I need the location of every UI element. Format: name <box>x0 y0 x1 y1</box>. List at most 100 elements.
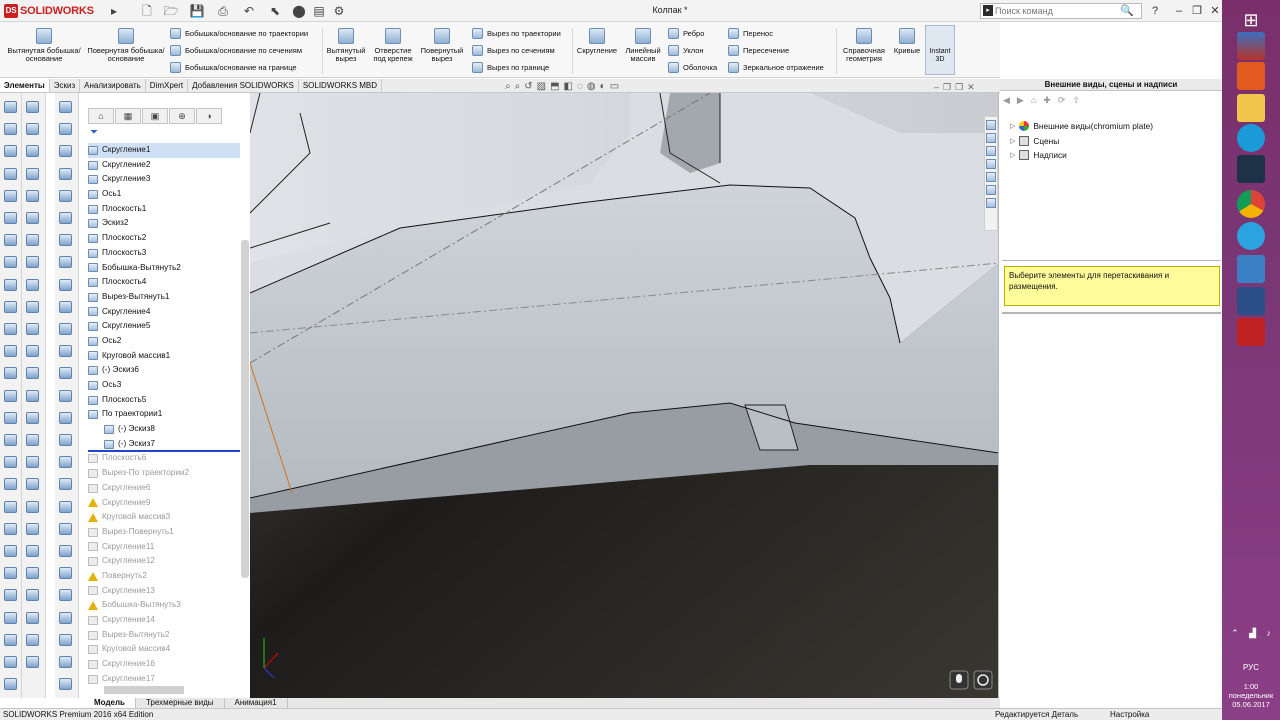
tab-mbd[interactable]: SOLIDWORKS MBD <box>299 79 383 92</box>
tool-icon[interactable] <box>4 611 17 624</box>
tool-icon[interactable] <box>26 456 39 469</box>
tool-icon[interactable] <box>4 256 17 269</box>
filter-icon[interactable]: ⏷ <box>90 127 98 138</box>
tool-icon[interactable] <box>26 545 39 557</box>
tool-icon[interactable] <box>26 234 39 247</box>
tool-icon[interactable] <box>4 367 17 380</box>
resources-tab-icon[interactable] <box>986 120 996 130</box>
tool-icon[interactable] <box>26 567 39 580</box>
tool-icon[interactable] <box>59 278 72 291</box>
tree-item[interactable]: Вырез-Вытянуть1 <box>88 290 240 305</box>
tree-item[interactable]: Бобышка-Вытянуть3 <box>88 598 240 613</box>
tree-item[interactable]: Плоскость4 <box>88 275 240 290</box>
instant3d-button[interactable]: Instant 3D <box>925 25 955 75</box>
tool-icon[interactable] <box>4 389 17 402</box>
display-manager-tab-icon[interactable]: ◑ <box>196 108 222 124</box>
section-view-icon[interactable]: ▧ <box>537 81 546 97</box>
chrome-icon[interactable] <box>1237 190 1265 218</box>
tool-icon[interactable] <box>59 123 72 136</box>
tree-item[interactable]: Скругление9 <box>88 496 240 511</box>
decals-node[interactable]: ▷ Надписи <box>1010 150 1067 160</box>
custom-properties-tab-icon[interactable] <box>986 185 996 195</box>
tool-icon[interactable] <box>4 678 17 691</box>
tree-item[interactable]: Скругление17 <box>88 672 240 687</box>
tool-icon[interactable] <box>59 323 72 335</box>
tree-item[interactable]: Плоскость3 <box>88 246 240 261</box>
fillet-button[interactable]: Скругление <box>574 25 620 55</box>
tool-icon[interactable] <box>26 345 39 358</box>
apply-scene-icon[interactable]: ◐ <box>600 81 606 97</box>
display-app-icon[interactable] <box>1237 287 1265 315</box>
menu-arrow-icon[interactable]: ▸ <box>105 3 123 19</box>
tab-evaluate[interactable]: Анализировать <box>80 79 146 92</box>
tool-icon[interactable] <box>4 656 17 668</box>
linear-pattern-button[interactable]: Линейный массив <box>622 25 664 63</box>
refresh-icon[interactable]: ⟳ <box>1058 95 1066 107</box>
tool-icon[interactable] <box>26 323 39 335</box>
tree-item[interactable]: Скругление3 <box>88 172 240 187</box>
tool-icon[interactable] <box>4 345 17 358</box>
tool-icon[interactable] <box>4 567 17 580</box>
tool-icon[interactable] <box>26 278 39 291</box>
tree-item[interactable]: Эскиз2 <box>88 216 240 231</box>
voice-button[interactable] <box>949 670 969 690</box>
tool-icon[interactable] <box>59 611 72 624</box>
swept-boss-button[interactable]: Бобышка/основание по траектории <box>170 26 308 40</box>
expand-arrow-icon[interactable]: ▷ <box>1010 151 1015 159</box>
add-location-icon[interactable]: ✚ <box>1043 95 1051 107</box>
tool-icon[interactable] <box>59 633 72 646</box>
tree-item[interactable]: Скругление16 <box>88 657 240 672</box>
mirror-button[interactable]: Зеркальное отражение <box>728 60 824 74</box>
tool-icon[interactable] <box>26 189 39 202</box>
tool-icon[interactable] <box>26 123 39 136</box>
tool-icon[interactable] <box>4 411 17 424</box>
appearances-tab-icon[interactable] <box>986 172 996 182</box>
boundary-cut-button[interactable]: Вырез по границе <box>472 60 549 74</box>
tool-icon[interactable] <box>4 478 17 491</box>
tool-icon[interactable] <box>59 300 72 313</box>
tree-item[interactable]: (-) Эскиз6 <box>88 363 240 378</box>
file-props-icon[interactable]: ▤ <box>310 3 328 19</box>
tree-item[interactable]: Бобышка-Вытянуть2 <box>88 261 240 276</box>
tree-horizontal-scrollbar[interactable] <box>104 686 184 694</box>
tool-icon[interactable] <box>4 545 17 557</box>
tool-icon[interactable] <box>59 478 72 491</box>
tree-item[interactable]: Плоскость5 <box>88 393 240 408</box>
tool-icon[interactable] <box>59 678 72 691</box>
zoom-to-fit-icon[interactable]: ⌕ <box>505 81 511 97</box>
tree-item[interactable]: Круговой массив4 <box>88 642 240 657</box>
tool-icon[interactable] <box>4 167 17 180</box>
appearances-node[interactable]: ▷ Внешние виды(chromium plate) <box>1010 121 1153 131</box>
language-indicator[interactable]: РУС <box>1222 663 1280 672</box>
tool-icon[interactable] <box>4 234 17 247</box>
print-icon[interactable]: ⎙ <box>214 3 232 19</box>
tool-icon[interactable] <box>26 611 39 624</box>
mi-app-icon[interactable] <box>1237 62 1265 90</box>
tool-icon[interactable] <box>26 522 39 535</box>
tree-item[interactable]: Ось2 <box>88 334 240 349</box>
tree-item[interactable]: Круговой массив3 <box>88 510 240 525</box>
revolved-boss-button[interactable]: Повернутая бобышка/основание <box>86 25 166 63</box>
scenes-node[interactable]: ▷ Сцены <box>1010 136 1059 146</box>
units-settings[interactable]: Настройка <box>1110 709 1149 721</box>
start-windows-icon[interactable]: ⊞ <box>1237 6 1265 34</box>
boundary-boss-button[interactable]: Бобышка/основание на границе <box>170 60 297 74</box>
tree-item[interactable]: Скругление12 <box>88 554 240 569</box>
hole-wizard-button[interactable]: Отверстие под крепеж <box>368 25 418 63</box>
tree-item[interactable]: Плоскость1 <box>88 202 240 217</box>
pane-splitter[interactable] <box>1002 312 1221 314</box>
tool-icon[interactable] <box>59 500 72 513</box>
tool-icon[interactable] <box>4 145 17 158</box>
select-icon[interactable]: ⬉ <box>266 3 284 19</box>
options-gear-icon[interactable]: ⚙ <box>330 3 348 19</box>
solidworks-taskbar-icon[interactable] <box>1237 318 1265 346</box>
tree-item[interactable]: Круговой массив1 <box>88 349 240 364</box>
pane-divider[interactable] <box>1002 260 1221 261</box>
file-explorer-icon[interactable] <box>1237 94 1265 122</box>
tool-icon[interactable] <box>59 101 72 113</box>
property-manager-tab-icon[interactable]: ▦ <box>115 108 141 124</box>
lofted-boss-button[interactable]: Бобышка/основание по сечениям <box>170 43 302 57</box>
tool-icon[interactable] <box>4 189 17 202</box>
tool-icon[interactable] <box>59 189 72 202</box>
tree-item[interactable]: Скругление14 <box>88 613 240 628</box>
